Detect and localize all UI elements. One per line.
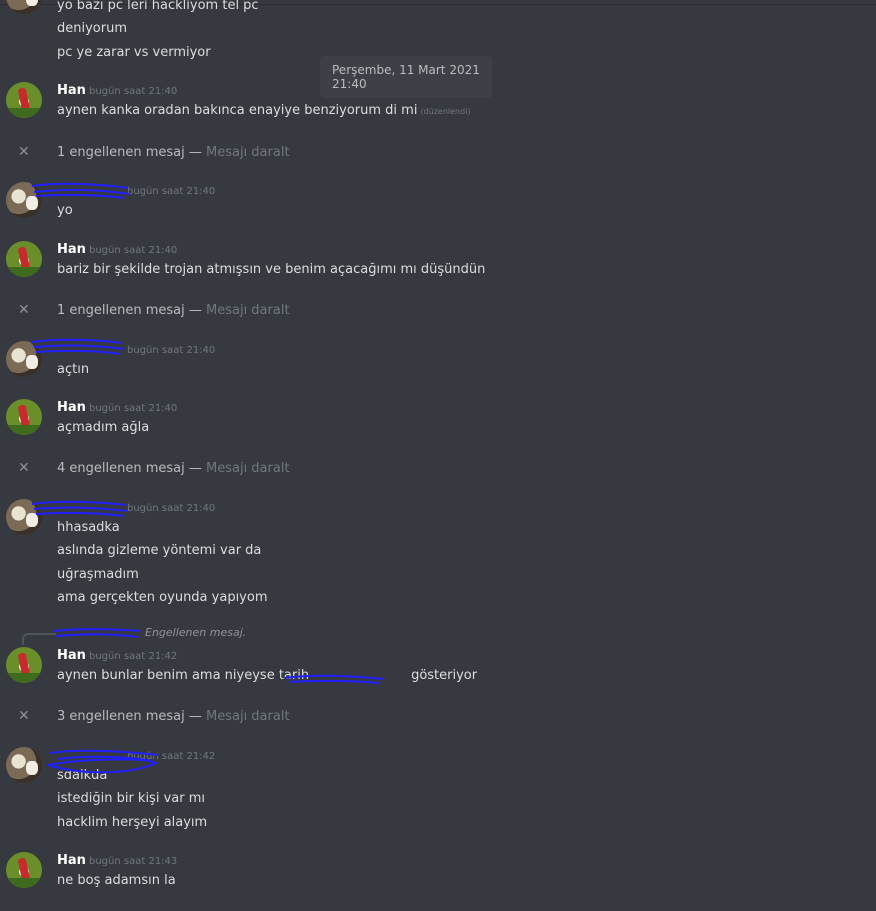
message-text: aynen bunlar benim ama niyeyse tarih göst…	[57, 668, 477, 683]
message-text: aynen kanka oradan bakınca enayiye benzi…	[57, 103, 471, 118]
blocked-messages-bar[interactable]: ✕ 3 engellenen mesaj — Mesajı daralt	[0, 708, 876, 736]
blocked-label: 1 engellenen mesaj — Mesajı daralt	[57, 145, 290, 160]
reply-text: Engellenen mesaj.	[145, 626, 247, 639]
message-text-content: gösteriyor	[411, 668, 478, 683]
avatar[interactable]	[6, 852, 42, 888]
avatar[interactable]	[6, 241, 42, 277]
message-timestamp[interactable]: bugün saat 21:40	[127, 186, 215, 197]
collapse-link[interactable]: Mesajı daralt	[206, 709, 290, 724]
blocked-label: 4 engellenen mesaj — Mesajı daralt	[57, 461, 290, 476]
message-timestamp[interactable]: bugün saat 21:40	[89, 403, 177, 414]
message-text-content: aynen bunlar benim ama niyeyse tarih	[57, 668, 310, 683]
reply-connector	[22, 633, 56, 645]
redaction-scribble	[31, 500, 129, 517]
chat-message-list[interactable]: yo bazı pc leri hackliyom tel pc deniyor…	[0, 0, 876, 911]
blocked-label: 1 engellenen mesaj — Mesajı daralt	[57, 303, 290, 318]
edited-label: (düzenlendi)	[420, 107, 471, 116]
avatar[interactable]	[6, 747, 42, 783]
collapse-link[interactable]: Mesajı daralt	[206, 145, 290, 160]
avatar[interactable]	[6, 399, 42, 435]
message-text: ne boş adamsın la	[57, 873, 176, 888]
message-text: deniyorum	[57, 21, 127, 36]
message-text: hacklim herşeyi alayım	[57, 815, 208, 830]
close-x-icon[interactable]: ✕	[18, 144, 30, 160]
message-text: açmadım ağla	[57, 420, 150, 435]
blocked-messages-bar[interactable]: ✕ 1 engellenen mesaj — Mesajı daralt	[0, 302, 876, 330]
author-name[interactable]: Han	[57, 400, 86, 415]
message-timestamp[interactable]: bugün saat 21:40	[89, 86, 177, 97]
tooltip-date: Perşembe, 11 Mart 2021	[332, 63, 480, 77]
collapse-link[interactable]: Mesajı daralt	[206, 303, 290, 318]
message-text: açtın	[57, 362, 90, 377]
message-text: istediğin bir kişi var mı	[57, 791, 205, 806]
message-text: aslında gizleme yöntemi var da	[57, 543, 262, 558]
avatar[interactable]	[6, 647, 42, 683]
redaction-scribble	[31, 182, 131, 199]
tooltip-time: 21:40	[332, 77, 367, 91]
message-text: sdaikda	[57, 768, 108, 783]
message-timestamp[interactable]: bugün saat 21:40	[127, 503, 215, 514]
message-timestamp[interactable]: bugün saat 21:43	[89, 856, 177, 867]
avatar[interactable]	[6, 499, 42, 535]
close-x-icon[interactable]: ✕	[18, 302, 30, 318]
message-text: hhasadka	[57, 520, 120, 535]
message-text: ama gerçekten oyunda yapıyom	[57, 590, 268, 605]
reply-preview[interactable]: Engellenen mesaj.	[57, 626, 246, 639]
message-text: pc ye zarar vs vermiyor	[57, 45, 211, 60]
blocked-messages-bar[interactable]: ✕ 4 engellenen mesaj — Mesajı daralt	[0, 460, 876, 488]
message-text: yo bazı pc leri hackliyom tel pc	[57, 0, 259, 13]
avatar[interactable]	[6, 182, 42, 218]
message-text: yo	[57, 203, 73, 218]
redaction-scribble	[31, 338, 125, 355]
avatar[interactable]	[6, 82, 42, 118]
author-name[interactable]: Han	[57, 83, 86, 98]
close-x-icon[interactable]: ✕	[18, 460, 30, 476]
author-name[interactable]: Han	[57, 648, 86, 663]
message-text: uğraşmadım	[57, 567, 139, 582]
message-timestamp[interactable]: bugün saat 21:42	[127, 751, 215, 762]
avatar[interactable]	[6, 341, 42, 377]
collapse-link[interactable]: Mesajı daralt	[206, 461, 290, 476]
blocked-messages-bar[interactable]: ✕ 1 engellenen mesaj — Mesajı daralt	[0, 144, 876, 172]
author-name[interactable]: Han	[57, 853, 86, 868]
message-timestamp[interactable]: bugün saat 21:40	[127, 345, 215, 356]
message-timestamp[interactable]: bugün saat 21:42	[89, 651, 177, 662]
avatar[interactable]	[6, 0, 42, 14]
blocked-label: 3 engellenen mesaj — Mesajı daralt	[57, 709, 290, 724]
message-text: bariz bir şekilde trojan atmışsın ve ben…	[57, 262, 486, 277]
timestamp-tooltip: Perşembe, 11 Mart 2021 21:40	[320, 56, 492, 98]
message-timestamp[interactable]: bugün saat 21:40	[89, 245, 177, 256]
message-text-content: aynen kanka oradan bakınca enayiye benzi…	[57, 103, 418, 118]
close-x-icon[interactable]: ✕	[18, 708, 30, 724]
author-name[interactable]: Han	[57, 242, 86, 257]
